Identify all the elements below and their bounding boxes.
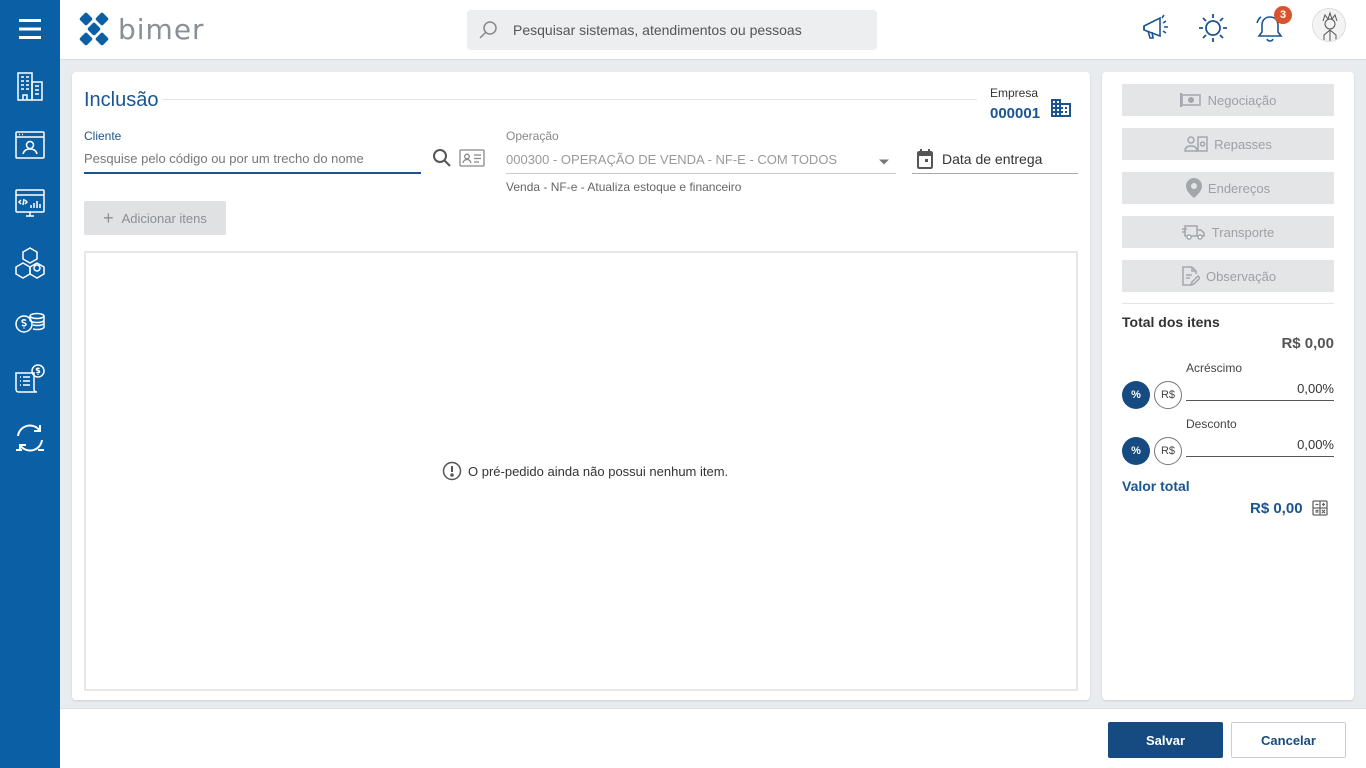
observacao-label: Observação	[1205, 268, 1277, 284]
search-icon	[479, 21, 497, 39]
observacao-button[interactable]: Observação	[1122, 260, 1334, 292]
add-items-label: Adicionar itens	[121, 210, 207, 226]
company-building-icon[interactable]	[1049, 96, 1073, 125]
notification-count-badge: 3	[1274, 6, 1292, 24]
dashboard-code-icon[interactable]	[10, 183, 50, 223]
summary-panel: Negociação Repasses Endereços Transporte…	[1102, 72, 1354, 700]
title-divider	[162, 99, 977, 100]
empresa-value: 000001	[990, 105, 1041, 122]
valor-total-label: Valor total	[1122, 478, 1190, 494]
megaphone-icon[interactable]	[1138, 10, 1174, 46]
total-itens-value: R$ 0,00	[1281, 335, 1334, 352]
valor-total-value: R$ 0,00	[1250, 500, 1303, 517]
acrescimo-currency-toggle[interactable]: R$	[1154, 381, 1182, 409]
operacao-label: Operação	[506, 129, 559, 143]
contact-card-icon[interactable]	[10, 125, 50, 165]
add-items-button[interactable]: + Adicionar itens	[84, 201, 226, 235]
save-button[interactable]: Salvar	[1108, 722, 1223, 758]
user-avatar[interactable]	[1312, 8, 1346, 42]
desconto-currency-toggle[interactable]: R$	[1154, 437, 1182, 465]
cliente-search-icon[interactable]	[431, 147, 453, 169]
coins-icon[interactable]	[10, 301, 50, 341]
data-entrega-label: Data de entrega	[942, 151, 1043, 167]
cliente-search-input[interactable]	[84, 145, 421, 174]
calendar-icon	[917, 149, 933, 169]
desconto-percent-toggle[interactable]: %	[1122, 437, 1150, 465]
enderecos-label: Endereços	[1207, 180, 1271, 196]
operacao-selected-value: 000300 - OPERAÇÃO DE VENDA - NF-E - COM …	[506, 151, 841, 167]
truck-icon	[1181, 225, 1205, 240]
empty-items-text: O pré-pedido ainda não possui nenhum ite…	[468, 463, 729, 479]
order-form-card: Inclusão Empresa 000001 Cliente Operação…	[72, 72, 1090, 700]
desconto-input[interactable]: 0,00%	[1186, 433, 1334, 457]
global-search[interactable]	[467, 10, 877, 50]
operacao-select[interactable]: 000300 - OPERAÇÃO DE VENDA - NF-E - COM …	[506, 145, 896, 174]
buildings-icon[interactable]	[10, 66, 50, 106]
user-transfer-icon	[1184, 136, 1208, 152]
acrescimo-label: Acréscimo	[1186, 361, 1243, 375]
invoice-icon[interactable]	[10, 359, 50, 399]
location-pin-icon	[1185, 178, 1202, 198]
alert-icon	[442, 461, 462, 481]
edit-document-icon	[1182, 266, 1200, 286]
acrescimo-input[interactable]: 0,00%	[1186, 377, 1334, 401]
negociacao-button[interactable]: Negociação	[1122, 84, 1334, 116]
money-bill-icon	[1179, 93, 1201, 107]
summary-divider	[1122, 303, 1334, 304]
id-card-icon[interactable]	[459, 148, 485, 168]
calculator-icon[interactable]	[1312, 500, 1328, 521]
sun-icon[interactable]	[1195, 10, 1231, 46]
bimer-logo-icon	[79, 12, 109, 46]
menu-icon[interactable]	[10, 9, 50, 49]
boxes-icon[interactable]	[10, 242, 50, 282]
acrescimo-percent-toggle[interactable]: %	[1122, 381, 1150, 409]
transporte-button[interactable]: Transporte	[1122, 216, 1334, 248]
negociacao-label: Negociação	[1207, 92, 1277, 108]
page-title: Inclusão	[84, 89, 159, 111]
cancel-button[interactable]: Cancelar	[1231, 722, 1346, 758]
desconto-label: Desconto	[1186, 417, 1237, 431]
operacao-hint: Venda - NF-e - Atualiza estoque e financ…	[506, 180, 742, 194]
sync-icon[interactable]	[10, 418, 50, 458]
empresa-label: Empresa	[990, 86, 1039, 100]
chevron-down-icon[interactable]	[878, 153, 890, 171]
topbar: bimer 3	[60, 0, 1366, 60]
global-search-input[interactable]	[513, 22, 853, 38]
footer-actions: Salvar Cancelar	[60, 708, 1366, 768]
empty-items-message: O pré-pedido ainda não possui nenhum ite…	[442, 461, 728, 481]
sidebar	[0, 0, 60, 768]
brand-name: bimer	[118, 12, 205, 46]
notifications-bell[interactable]: 3	[1252, 6, 1292, 46]
items-panel: O pré-pedido ainda não possui nenhum ite…	[84, 251, 1078, 691]
plus-icon: +	[103, 207, 114, 228]
repasses-label: Repasses	[1214, 136, 1272, 152]
transporte-label: Transporte	[1211, 224, 1275, 240]
data-entrega-field[interactable]: Data de entrega	[912, 145, 1078, 174]
total-itens-label: Total dos itens	[1122, 314, 1220, 330]
repasses-button[interactable]: Repasses	[1122, 128, 1334, 160]
cliente-label: Cliente	[84, 129, 122, 143]
bimer-logo[interactable]: bimer	[76, 9, 205, 49]
avatar-image	[1322, 11, 1338, 41]
enderecos-button[interactable]: Endereços	[1122, 172, 1334, 204]
